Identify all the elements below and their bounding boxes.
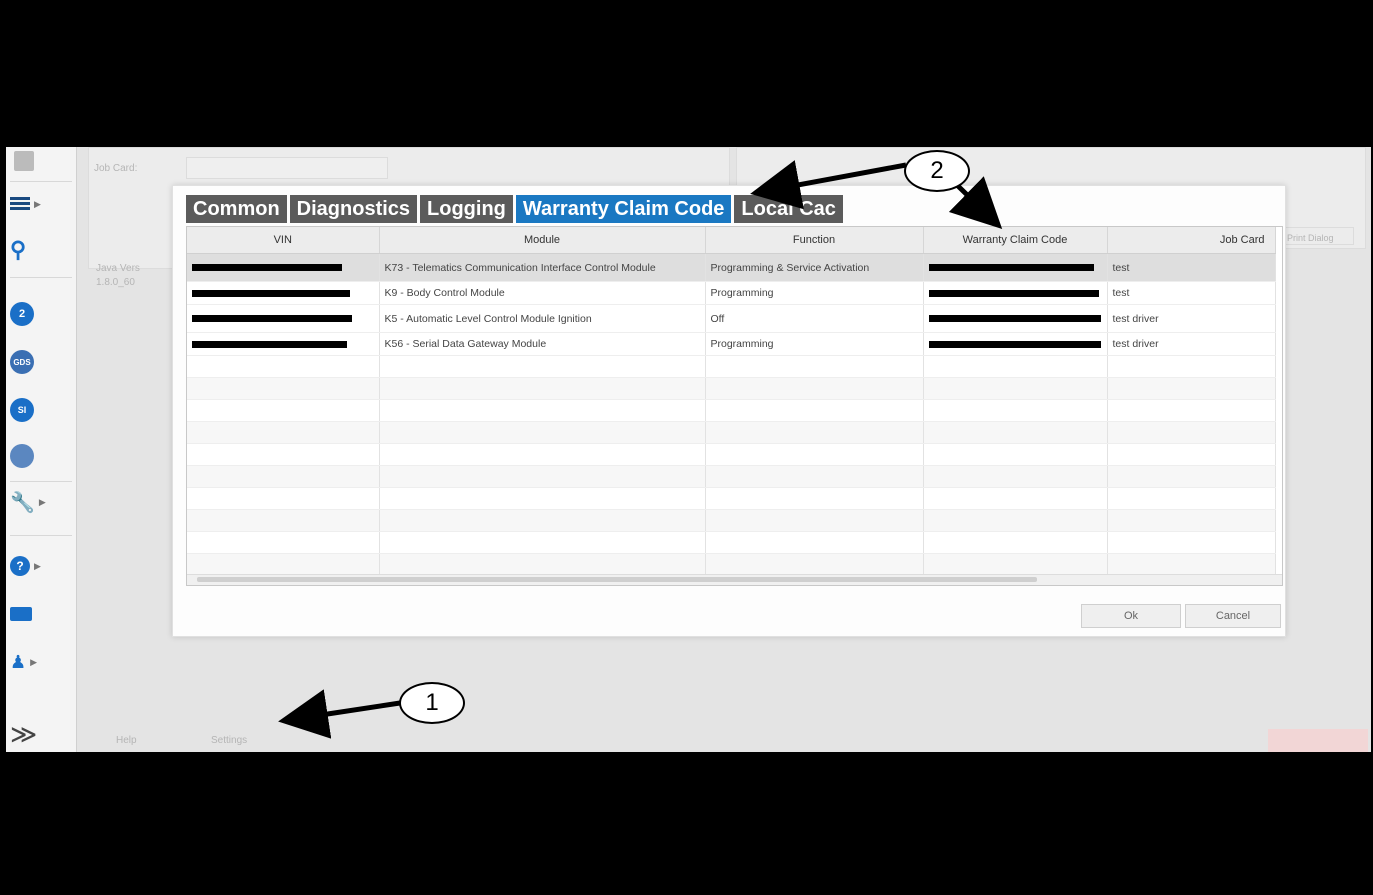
arrow-to-tab xyxy=(750,160,907,210)
arrow-to-column xyxy=(948,176,1003,229)
arrow-to-settings xyxy=(278,689,401,739)
annotation-arrows xyxy=(278,160,1003,739)
callout-2: 2 xyxy=(904,150,970,192)
callout-1: 1 xyxy=(399,682,465,724)
